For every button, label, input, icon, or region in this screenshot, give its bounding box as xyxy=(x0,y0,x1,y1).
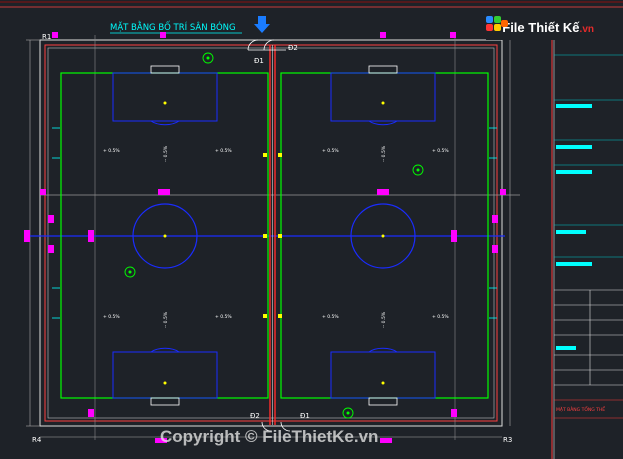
gate-label-bottom-d2: Đ2 xyxy=(250,412,260,420)
level-mark: + 0.5% xyxy=(215,148,232,154)
penalty-arc-bottom-left xyxy=(150,347,180,353)
level-mark: + 0.5% xyxy=(322,314,339,320)
center-spot-right xyxy=(381,234,385,238)
axis-label-r3: R3 xyxy=(503,436,512,444)
entrance-arrow-icon xyxy=(254,16,270,33)
marker xyxy=(380,32,386,38)
marker xyxy=(24,230,30,242)
marker xyxy=(52,32,58,38)
title-block-field xyxy=(556,170,592,174)
marker xyxy=(160,32,166,38)
goal-bottom-right xyxy=(368,397,398,406)
penalty-arc-top-left xyxy=(150,120,180,126)
level-mark: + 0.5% xyxy=(432,148,449,154)
center-spot-left xyxy=(163,234,167,238)
logo-grid-icon xyxy=(486,16,508,38)
site-plan-drawing: MẶT BẰNG BỐ TRÍ SÂN BÓNG Đ1 Đ2 Đ2 Đ1 R1 … xyxy=(0,1,623,459)
light-pole-icon xyxy=(206,56,210,60)
goal-top-left xyxy=(150,65,180,74)
level-mark: + 0.5% xyxy=(432,314,449,320)
level-marks: + 0.5% + 0.5% + 0.5% + 0.5% + 0.5% + 0.5… xyxy=(103,148,449,320)
gate-label-top-d1: Đ1 xyxy=(254,57,264,65)
gate-label-bottom-d1: Đ1 xyxy=(300,412,310,420)
cad-drawing-canvas: MẶT BẰNG BỐ TRÍ SÂN BÓNG Đ1 Đ2 Đ2 Đ1 R1 … xyxy=(0,0,623,459)
marker xyxy=(40,189,46,195)
marker xyxy=(278,314,282,318)
title-block-field xyxy=(556,230,586,234)
penalty-spot-top-left xyxy=(163,101,167,105)
copyright-watermark: Copyright © FileThietKe.vn xyxy=(160,426,460,448)
logo-text: File Thiết Kế.vn xyxy=(502,20,594,35)
marker xyxy=(88,409,94,417)
axis-label-r1: R1 xyxy=(42,33,51,41)
marker xyxy=(492,215,498,223)
level-mark-vertical: -- 0.5% xyxy=(163,145,169,162)
penalty-spot-bottom-right xyxy=(381,381,385,385)
site-boundary-inner xyxy=(47,47,495,419)
penalty-box-bottom-right xyxy=(330,351,436,399)
goal-bottom-left xyxy=(150,397,180,406)
level-mark: + 0.5% xyxy=(103,314,120,320)
marker xyxy=(278,153,282,157)
marker xyxy=(88,230,94,242)
marker xyxy=(377,189,389,195)
marker xyxy=(500,189,506,195)
marker xyxy=(451,409,457,417)
penalty-box-top-left xyxy=(112,72,218,122)
marker xyxy=(158,189,170,195)
penalty-box-top-right xyxy=(330,72,436,122)
site-boundary-outer xyxy=(39,39,503,427)
logo-name: File Thiết Kế xyxy=(502,19,580,35)
marker xyxy=(451,230,457,242)
site-logo[interactable]: File Thiết Kế.vn xyxy=(486,14,594,40)
title-block-field xyxy=(556,145,592,149)
title-block-field xyxy=(556,346,576,350)
penalty-arc-top-right xyxy=(368,120,398,126)
marker xyxy=(48,245,54,253)
marker xyxy=(263,234,267,238)
marker xyxy=(278,234,282,238)
drawing-title: MẶT BẰNG BỐ TRÍ SÂN BÓNG xyxy=(110,20,236,33)
level-mark-vertical: -- 0.5% xyxy=(163,311,169,328)
marker xyxy=(48,215,54,223)
penalty-arc-bottom-right xyxy=(368,347,398,353)
level-mark-vertical: -- 0.5% xyxy=(381,145,387,162)
penalty-spot-top-right xyxy=(381,101,385,105)
sheet-caption: MẶT BẰNG TỔNG THỂ xyxy=(556,405,605,413)
penalty-box-bottom-left xyxy=(112,351,218,399)
logo-suffix: .vn xyxy=(579,23,594,35)
title-block-field xyxy=(556,104,592,108)
level-mark: + 0.5% xyxy=(215,314,232,320)
gate-top: Đ1 Đ2 xyxy=(247,39,298,65)
axis-label-r4: R4 xyxy=(32,436,42,444)
marker xyxy=(263,314,267,318)
level-mark: + 0.5% xyxy=(103,148,120,154)
gate-label-top-d2: Đ2 xyxy=(288,44,298,52)
penalty-spot-bottom-left xyxy=(163,381,167,385)
light-pole-icon xyxy=(346,411,350,415)
title-block: MẶT BẰNG TỔNG THỂ xyxy=(551,40,623,459)
light-pole-icon xyxy=(128,270,132,274)
title-block-field xyxy=(556,262,592,266)
level-mark-vertical: -- 0.5% xyxy=(381,311,387,328)
light-pole-icon xyxy=(416,168,420,172)
marker xyxy=(450,32,456,38)
level-mark: + 0.5% xyxy=(322,148,339,154)
watermark-text: Copyright © FileThietKe.vn xyxy=(160,427,379,446)
marker xyxy=(263,153,267,157)
marker xyxy=(492,245,498,253)
goal-top-right xyxy=(368,65,398,74)
